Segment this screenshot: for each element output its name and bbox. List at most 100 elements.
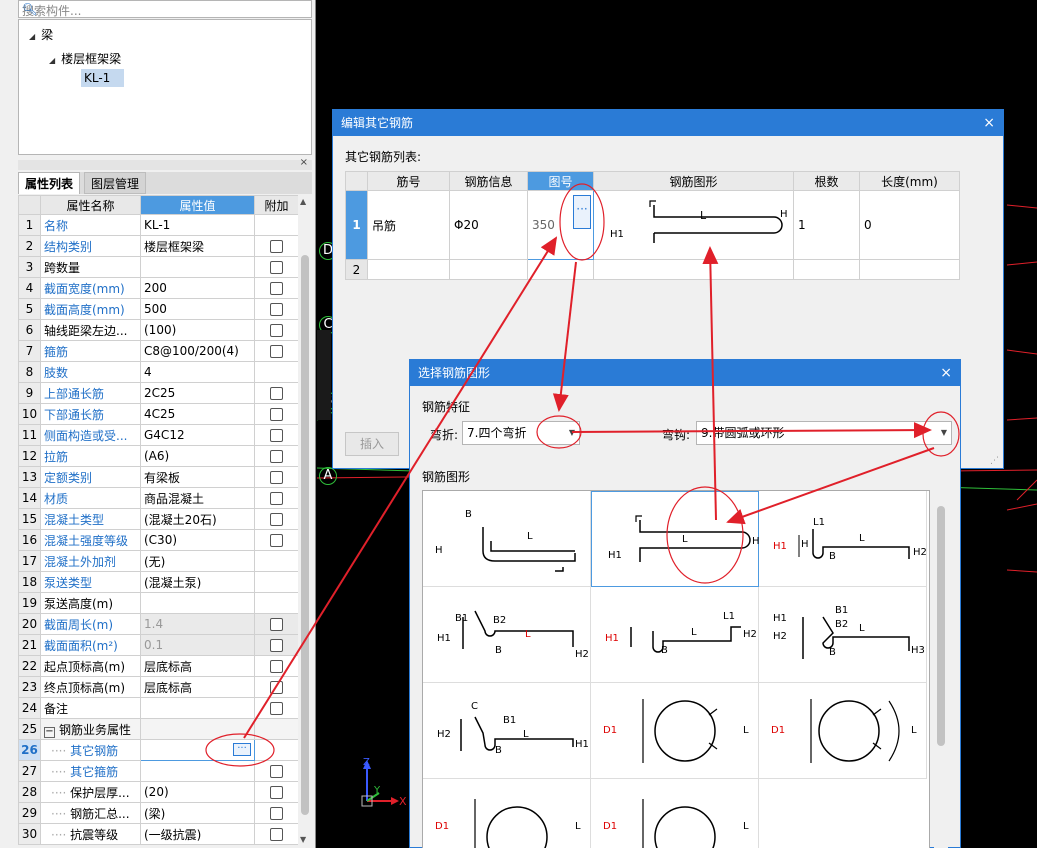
property-value[interactable] xyxy=(140,256,255,278)
shape-cell[interactable]: D1 L xyxy=(759,683,927,779)
shape-cell[interactable]: L1 L H1 H2 B xyxy=(591,587,759,683)
bend-select[interactable]: 7.四个弯折 ▼ xyxy=(462,421,580,445)
property-value[interactable]: (20) xyxy=(140,781,255,803)
extra-checkbox[interactable] xyxy=(270,491,283,505)
bar-info-cell[interactable]: Φ20 xyxy=(449,190,528,260)
property-value[interactable]: G4C12 xyxy=(140,424,255,446)
tree-node-kl1[interactable]: KL-1 xyxy=(81,69,125,87)
property-scrollbar[interactable]: ▲ ▼ xyxy=(298,195,312,848)
property-row[interactable]: 22 起点顶标高(m) 层底标高 xyxy=(18,655,299,677)
tab-property-list[interactable]: 属性列表 xyxy=(18,172,81,194)
property-value[interactable]: (C30) xyxy=(140,529,255,551)
extra-checkbox[interactable] xyxy=(270,785,283,799)
other-rebar-browse-button[interactable]: ··· xyxy=(233,743,251,756)
shape-cell[interactable]: C B1 L H2 H1 B xyxy=(423,683,591,779)
property-row[interactable]: 14 材质 商品混凝土 xyxy=(18,487,299,509)
fig-no-browse-button[interactable]: ··· xyxy=(573,195,591,229)
property-row[interactable]: 12 拉筋 (A6) xyxy=(18,445,299,467)
resize-grip-icon[interactable]: ⋰ xyxy=(990,456,999,466)
extra-checkbox[interactable] xyxy=(270,260,283,274)
property-row[interactable]: 9 上部通长筋 2C25 xyxy=(18,382,299,404)
shape-cell[interactable]: B L H xyxy=(423,491,591,587)
scroll-thumb[interactable] xyxy=(301,255,309,815)
table-row[interactable]: 2 xyxy=(345,259,960,280)
property-row[interactable]: 1 名称 KL-1 xyxy=(18,214,299,236)
extra-checkbox[interactable] xyxy=(270,806,283,820)
property-value[interactable]: 层底标高 xyxy=(140,655,255,677)
extra-checkbox[interactable] xyxy=(270,470,283,484)
extra-checkbox[interactable] xyxy=(270,407,283,421)
extra-checkbox[interactable] xyxy=(270,302,283,316)
hook-select[interactable]: 9.带圆弧或环形 ▼ xyxy=(696,421,952,445)
collapse-minus-icon[interactable]: − xyxy=(44,726,55,738)
extra-checkbox[interactable] xyxy=(270,701,283,715)
extra-checkbox[interactable] xyxy=(270,827,283,841)
count-cell[interactable] xyxy=(793,259,860,280)
extra-checkbox[interactable] xyxy=(270,680,283,694)
scroll-down-icon[interactable]: ▼ xyxy=(300,835,306,844)
property-row[interactable]: 2 结构类别 楼层框架梁 xyxy=(18,235,299,257)
property-row[interactable]: 13 定额类别 有梁板 xyxy=(18,466,299,488)
extra-checkbox[interactable] xyxy=(270,617,283,631)
search-input[interactable]: 搜索构件... 🔍︎ xyxy=(18,0,312,18)
property-value[interactable] xyxy=(140,718,255,740)
count-cell[interactable]: 1 xyxy=(793,190,860,260)
property-value[interactable]: (A6) xyxy=(140,445,255,467)
property-value[interactable]: 楼层框架梁 xyxy=(140,235,255,257)
property-value[interactable] xyxy=(140,592,255,614)
property-row[interactable]: 3 跨数量 xyxy=(18,256,299,278)
property-row[interactable]: 21 截面面积(m²) 0.1 xyxy=(18,634,299,656)
shape-grid-scrollbar[interactable] xyxy=(934,490,948,848)
shape-cell[interactable]: D1 L xyxy=(591,683,759,779)
shape-cell[interactable]: D1 L xyxy=(423,779,591,848)
extra-checkbox[interactable] xyxy=(270,344,283,358)
extra-checkbox[interactable] xyxy=(270,386,283,400)
shape-cell[interactable]: L1 L H1 H2 B H xyxy=(759,491,927,587)
property-value[interactable]: 有梁板 xyxy=(140,466,255,488)
chevron-down-icon[interactable]: ▼ xyxy=(569,422,575,444)
collapse-triangle-icon[interactable]: ◢ xyxy=(29,32,35,41)
property-value[interactable]: 1.4 xyxy=(140,613,255,635)
bar-info-cell[interactable] xyxy=(449,259,528,280)
table-row[interactable]: 1 吊筋 Φ20 350 L H H1 1 0 xyxy=(345,190,960,260)
property-row[interactable]: 6 轴线距梁左边... (100) xyxy=(18,319,299,341)
insert-button[interactable]: 插入 xyxy=(345,432,399,456)
chevron-down-icon[interactable]: ▼ xyxy=(941,422,947,444)
property-value[interactable]: (混凝土泵) xyxy=(140,571,255,593)
extra-checkbox[interactable] xyxy=(270,323,283,337)
property-value[interactable]: ··· xyxy=(140,739,255,761)
property-row[interactable]: 7 箍筋 C8@100/200(4) xyxy=(18,340,299,362)
extra-checkbox[interactable] xyxy=(270,764,283,778)
property-value[interactable]: 4 xyxy=(140,361,255,383)
property-row[interactable]: 10 下部通长筋 4C25 xyxy=(18,403,299,425)
panel-close-icon[interactable]: × xyxy=(300,157,308,168)
tree-node-frame-beam[interactable]: ◢ 楼层框架梁 xyxy=(49,50,121,67)
property-row[interactable]: 19 泵送高度(m) xyxy=(18,592,299,614)
property-value[interactable]: (100) xyxy=(140,319,255,341)
property-row[interactable]: 24 备注 xyxy=(18,697,299,719)
extra-checkbox[interactable] xyxy=(270,638,283,652)
property-row[interactable]: 20 截面周长(m) 1.4 xyxy=(18,613,299,635)
extra-checkbox[interactable] xyxy=(270,533,283,547)
property-value[interactable]: 2C25 xyxy=(140,382,255,404)
dialog-title-bar[interactable]: 选择钢筋图形 × xyxy=(410,360,960,386)
shape-cell[interactable]: D1 L xyxy=(591,779,759,848)
property-row[interactable]: 5 截面高度(mm) 500 xyxy=(18,298,299,320)
property-value[interactable]: 层底标高 xyxy=(140,676,255,698)
property-row[interactable]: 15 混凝土类型 (混凝土20石) xyxy=(18,508,299,530)
scroll-up-icon[interactable]: ▲ xyxy=(300,197,306,206)
extra-checkbox[interactable] xyxy=(270,239,283,253)
length-cell[interactable] xyxy=(859,259,960,280)
collapse-triangle-icon[interactable]: ◢ xyxy=(49,56,55,65)
property-row[interactable]: 27 ···· 其它箍筋 xyxy=(18,760,299,782)
property-row[interactable]: 30 ···· 抗震等级 (一级抗震) xyxy=(18,823,299,845)
canvas-side-tab[interactable] xyxy=(317,330,331,420)
extra-checkbox[interactable] xyxy=(270,281,283,295)
search-icon[interactable]: 🔍︎ xyxy=(22,2,307,16)
property-value[interactable]: (无) xyxy=(140,550,255,572)
extra-checkbox[interactable] xyxy=(270,428,283,442)
property-value[interactable]: 200 xyxy=(140,277,255,299)
property-row[interactable]: 11 侧面构造或受... G4C12 xyxy=(18,424,299,446)
extra-checkbox[interactable] xyxy=(270,659,283,673)
bar-no-cell[interactable]: 吊筋 xyxy=(367,190,450,260)
